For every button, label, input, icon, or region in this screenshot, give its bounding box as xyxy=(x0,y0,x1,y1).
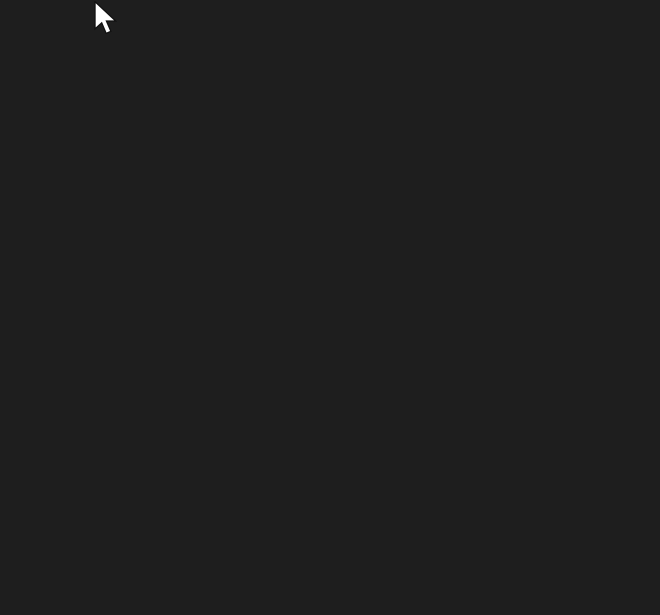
editor-window: { "window": { "accent_bar_color": "#0d7c… xyxy=(0,0,660,615)
code-editor[interactable] xyxy=(0,4,660,615)
